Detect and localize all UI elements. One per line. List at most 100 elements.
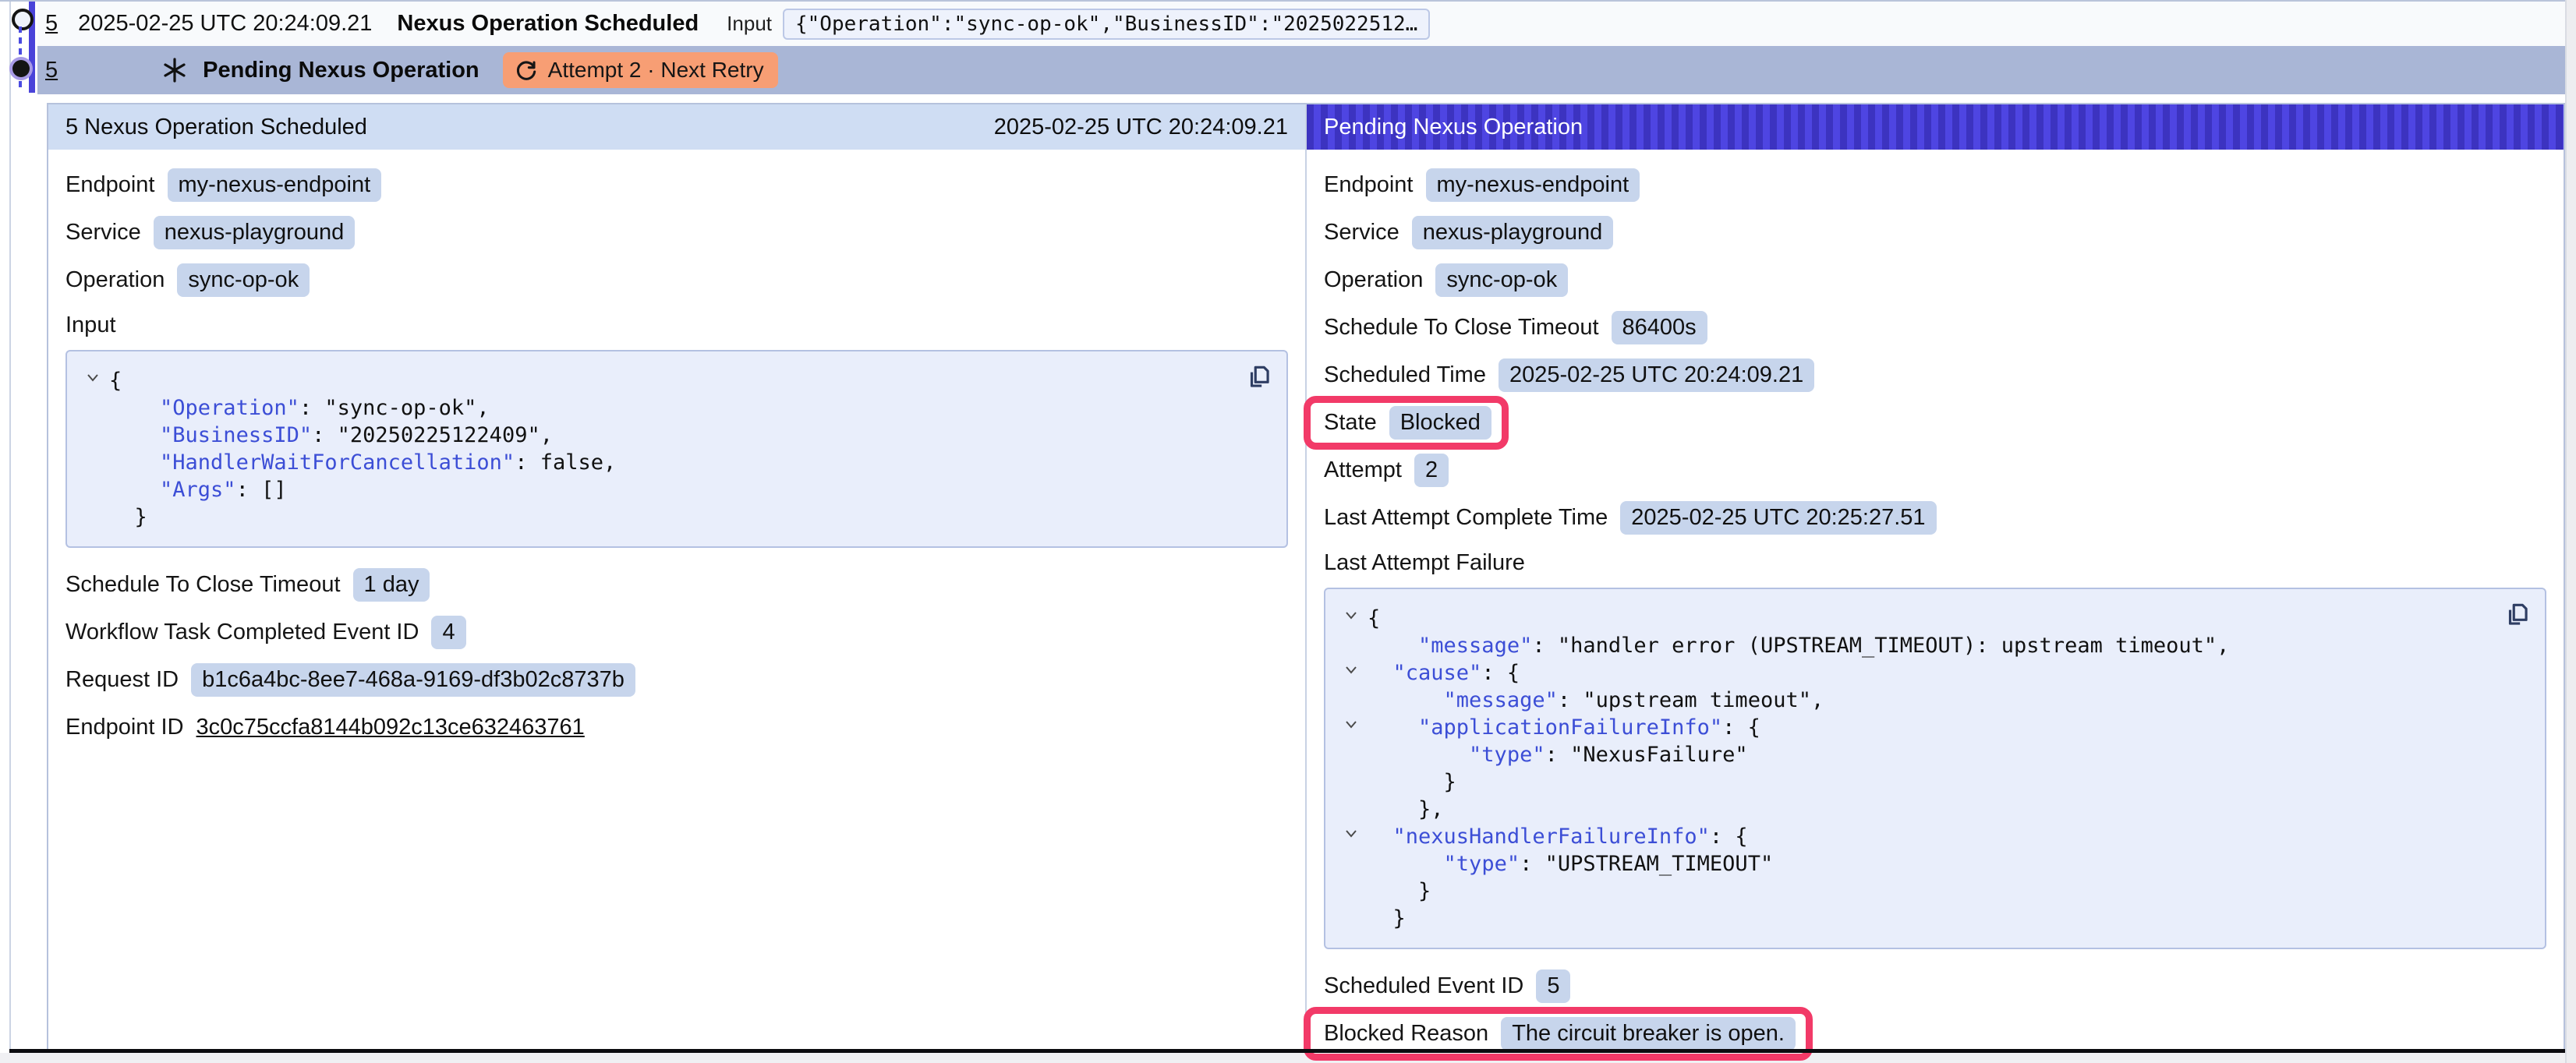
json-line: } <box>1335 768 2528 796</box>
json-line: "message": "upstream timeout", <box>1335 687 2528 714</box>
field-value-badge: 4 <box>431 616 465 649</box>
gutter-spacer <box>1335 878 1368 883</box>
gutter-spacer <box>1335 687 1368 692</box>
event-id-link[interactable]: 5 <box>45 11 58 37</box>
input-json-viewer: { "Operation": "sync-op-ok", "BusinessID… <box>65 350 1288 548</box>
event-input-label: Input <box>727 12 772 36</box>
gutter-spacer <box>76 476 109 482</box>
scrollbar-gutter[interactable] <box>2565 0 2576 1063</box>
event-row-pending-selected[interactable]: 5 Pending Nexus Operation Attempt 2 · Ne… <box>37 46 2565 94</box>
field-value-badge: sync-op-ok <box>1435 263 1568 297</box>
json-line: } <box>1335 905 2528 932</box>
last-attempt-failure-label: Last Attempt Failure <box>1324 547 2546 578</box>
retry-icon <box>514 58 539 83</box>
field-service: Service nexus-playground <box>65 214 1288 250</box>
gutter-spacer <box>76 422 109 427</box>
field-value-badge: 2 <box>1414 454 1449 487</box>
json-line: { <box>1335 605 2528 632</box>
field-scheduled-time: Scheduled Time 2025-02-25 UTC 20:24:09.2… <box>1324 357 2546 393</box>
field-operation: Operation sync-op-ok <box>1324 262 2546 298</box>
gutter-spacer <box>1335 741 1368 747</box>
copy-icon[interactable] <box>1244 362 1274 392</box>
field-operation: Operation sync-op-ok <box>65 262 1288 298</box>
card-bottom-border <box>9 1049 2565 1053</box>
state-annotation: State Blocked <box>1324 406 1491 440</box>
json-line: } <box>1335 878 2528 905</box>
field-schedule-to-close-timeout: Schedule To Close Timeout 1 day <box>65 567 1288 602</box>
gutter-spacer <box>1335 850 1368 856</box>
input-section-label: Input <box>65 309 1288 341</box>
json-line: }, <box>1335 796 2528 823</box>
field-value-badge: my-nexus-endpoint <box>168 168 382 202</box>
field-state: State Blocked <box>1324 404 2546 440</box>
event-title: Pending Nexus Operation <box>203 58 479 83</box>
json-line: "nexusHandlerFailureInfo": { <box>1335 823 2528 850</box>
field-value-badge: my-nexus-endpoint <box>1426 168 1640 202</box>
event-detail-card: 5 Nexus Operation Scheduled 2025-02-25 U… <box>47 103 2565 1049</box>
gutter-spacer <box>1335 632 1368 637</box>
event-title: Nexus Operation Scheduled <box>397 11 699 37</box>
field-value-badge: 86400s <box>1612 311 1707 344</box>
collapse-chevron-icon[interactable] <box>1335 823 1368 839</box>
json-line: "applicationFailureInfo": { <box>1335 714 2528 741</box>
blocked-reason-annotation: Blocked Reason The circuit breaker is op… <box>1324 1017 1796 1051</box>
retry-attempt-badge[interactable]: Attempt 2 · Next Retry <box>503 52 778 88</box>
json-line: "BusinessID": "20250225122409", <box>76 422 1269 449</box>
gutter-spacer <box>76 449 109 454</box>
below-card-area <box>0 1053 2565 1063</box>
event-time: 2025-02-25 UTC 20:24:09.21 <box>78 11 372 37</box>
collapse-chevron-icon[interactable] <box>1335 605 1368 621</box>
field-service: Service nexus-playground <box>1324 214 2546 250</box>
event-row-scheduled[interactable]: 5 2025-02-25 UTC 20:24:09.21 Nexus Opera… <box>37 2 2565 46</box>
pending-panel-header: Pending Nexus Operation <box>1307 104 2564 150</box>
field-endpoint: Endpoint my-nexus-endpoint <box>65 167 1288 203</box>
json-line: "cause": { <box>1335 659 2528 687</box>
json-line: "HandlerWaitForCancellation": false, <box>76 449 1269 476</box>
pending-asterisk-icon <box>161 56 189 84</box>
field-schedule-to-close-timeout: Schedule To Close Timeout 86400s <box>1324 309 2546 345</box>
field-request-id: Request ID b1c6a4bc-8ee7-468a-9169-df3b0… <box>65 662 1288 697</box>
collapse-chevron-icon[interactable] <box>1335 714 1368 730</box>
gutter-spacer <box>76 394 109 400</box>
history-left-border <box>9 2 11 1054</box>
field-value-badge: 1 day <box>353 568 430 602</box>
gutter-spacer <box>76 503 109 509</box>
gutter-spacer <box>1335 768 1368 774</box>
field-scheduled-event-id: Scheduled Event ID 5 <box>1324 968 2546 1004</box>
field-value-badge: 2025-02-25 UTC 20:25:27.51 <box>1620 501 1936 535</box>
copy-icon[interactable] <box>2503 600 2532 630</box>
scheduled-panel-title: 5 Nexus Operation Scheduled <box>65 115 367 140</box>
json-line: "message": "handler error (UPSTREAM_TIME… <box>1335 632 2528 659</box>
collapse-chevron-icon[interactable] <box>1335 659 1368 676</box>
event-id-link[interactable]: 5 <box>45 58 58 83</box>
json-line: "type": "UPSTREAM_TIMEOUT" <box>1335 850 2528 878</box>
failure-json-viewer: { "message": "handler error (UPSTREAM_TI… <box>1324 588 2546 949</box>
field-value-badge: 2025-02-25 UTC 20:24:09.21 <box>1499 358 1814 392</box>
json-line: "type": "NexusFailure" <box>1335 741 2528 768</box>
field-last-attempt-complete-time: Last Attempt Complete Time 2025-02-25 UT… <box>1324 500 2546 535</box>
field-attempt: Attempt 2 <box>1324 452 2546 488</box>
field-value-badge: 5 <box>1536 969 1570 1003</box>
field-blocked-reason: Blocked Reason The circuit breaker is op… <box>1324 1015 2546 1051</box>
field-endpoint: Endpoint my-nexus-endpoint <box>1324 167 2546 203</box>
gutter-spacer <box>1335 796 1368 801</box>
retry-badge-label: Attempt 2 · Next Retry <box>548 58 764 83</box>
scheduled-event-panel: 5 Nexus Operation Scheduled 2025-02-25 U… <box>48 104 1305 1049</box>
blocked-reason-value-badge: The circuit breaker is open. <box>1501 1017 1796 1051</box>
gutter-spacer <box>1335 905 1368 910</box>
state-value-badge: Blocked <box>1389 406 1491 440</box>
field-value-badge: b1c6a4bc-8ee7-468a-9169-df3b02c8737b <box>191 663 635 697</box>
endpoint-id-link[interactable]: 3c0c75ccfa8144b092c13ce632463761 <box>196 715 585 740</box>
pending-panel-title: Pending Nexus Operation <box>1324 115 1583 140</box>
event-history-rows: 5 2025-02-25 UTC 20:24:09.21 Nexus Opera… <box>0 2 2565 94</box>
json-line: "Operation": "sync-op-ok", <box>76 394 1269 422</box>
field-workflow-task-completed-event-id: Workflow Task Completed Event ID 4 <box>65 614 1288 650</box>
event-input-preview-badge[interactable]: {"Operation":"sync-op-ok","BusinessID":"… <box>783 9 1430 40</box>
json-line: { <box>76 367 1269 394</box>
collapse-chevron-icon[interactable] <box>76 367 109 383</box>
json-line: } <box>76 503 1269 531</box>
field-endpoint-id: Endpoint ID 3c0c75ccfa8144b092c13ce63246… <box>65 709 1288 745</box>
field-value-badge: nexus-playground <box>1412 216 1614 249</box>
field-value-badge: sync-op-ok <box>177 263 310 297</box>
json-line: "Args": [] <box>76 476 1269 503</box>
